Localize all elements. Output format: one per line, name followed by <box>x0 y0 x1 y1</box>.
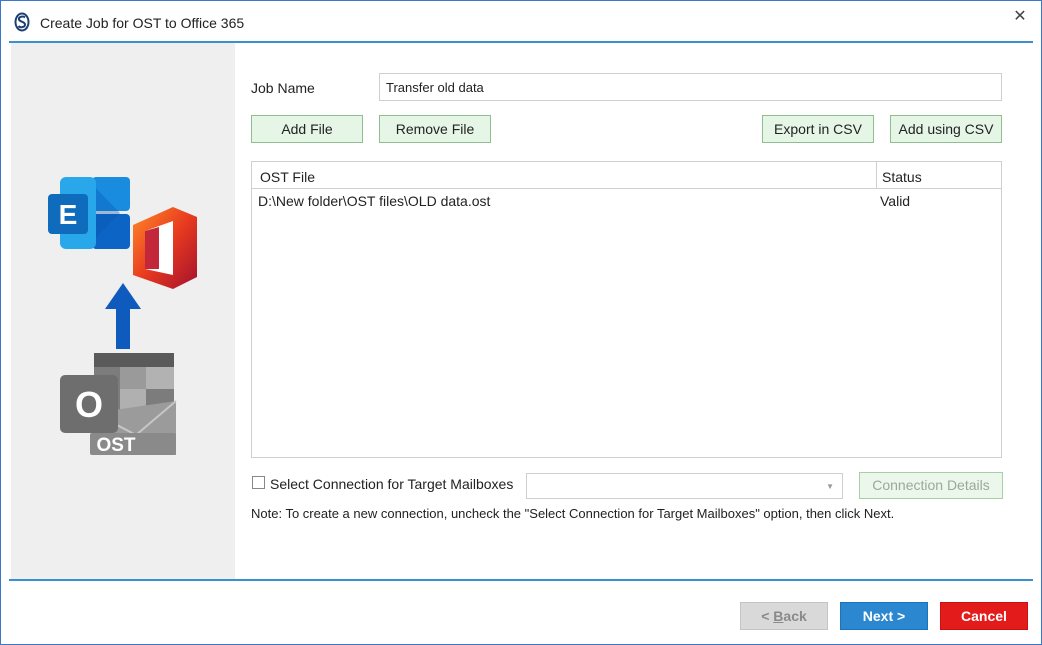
footer-divider <box>9 579 1033 581</box>
outlook-ost-icon: OST O <box>60 353 177 456</box>
remove-file-button[interactable]: Remove File <box>379 115 491 143</box>
select-connection-checkbox[interactable] <box>252 476 265 489</box>
svg-text:E: E <box>59 199 78 230</box>
column-header-ost-file[interactable]: OST File <box>260 169 315 185</box>
select-connection-label[interactable]: Select Connection for Target Mailboxes <box>270 476 513 492</box>
app-logo-icon <box>14 12 30 32</box>
add-file-button[interactable]: Add File <box>251 115 363 143</box>
dialog-window: Create Job for OST to Office 365 ✕ E OST… <box>0 0 1042 645</box>
next-button[interactable]: Next > <box>840 602 928 630</box>
connection-dropdown[interactable]: ▼ <box>526 473 843 499</box>
svg-text:O: O <box>75 384 103 425</box>
column-header-status[interactable]: Status <box>882 169 922 185</box>
job-name-label: Job Name <box>251 80 315 96</box>
ost-file-table[interactable]: OST File Status D:\New folder\OST files\… <box>251 161 1002 458</box>
add-using-csv-button[interactable]: Add using CSV <box>890 115 1002 143</box>
status-cell: Valid <box>880 193 911 209</box>
chevron-down-icon: ▼ <box>826 482 834 491</box>
connection-note: Note: To create a new connection, unchec… <box>251 506 895 521</box>
table-header: OST File Status <box>252 162 1001 189</box>
back-rest: ack <box>783 608 807 624</box>
back-accelerator: B <box>773 608 784 624</box>
file-path-cell: D:\New folder\OST files\OLD data.ost <box>258 193 491 209</box>
svg-text:OST: OST <box>96 435 135 456</box>
exchange-icon: E <box>48 177 130 249</box>
title-bar: Create Job for OST to Office 365 ✕ <box>1 1 1041 41</box>
column-separator[interactable] <box>876 162 877 188</box>
cancel-button[interactable]: Cancel <box>940 602 1028 630</box>
back-prefix: < <box>761 608 774 624</box>
close-icon: ✕ <box>1013 8 1027 25</box>
job-name-input[interactable] <box>379 73 1002 101</box>
illustration-panel: E OST O <box>11 43 235 579</box>
connection-details-button[interactable]: Connection Details <box>859 472 1003 499</box>
office-icon <box>133 207 197 289</box>
back-button[interactable]: < Back <box>740 602 828 630</box>
arrow-up-icon <box>105 283 141 349</box>
table-row[interactable]: D:\New folder\OST files\OLD data.ost Val… <box>252 189 1001 213</box>
close-button[interactable]: ✕ <box>1010 7 1030 27</box>
window-title: Create Job for OST to Office 365 <box>40 15 245 31</box>
export-csv-button[interactable]: Export in CSV <box>762 115 874 143</box>
